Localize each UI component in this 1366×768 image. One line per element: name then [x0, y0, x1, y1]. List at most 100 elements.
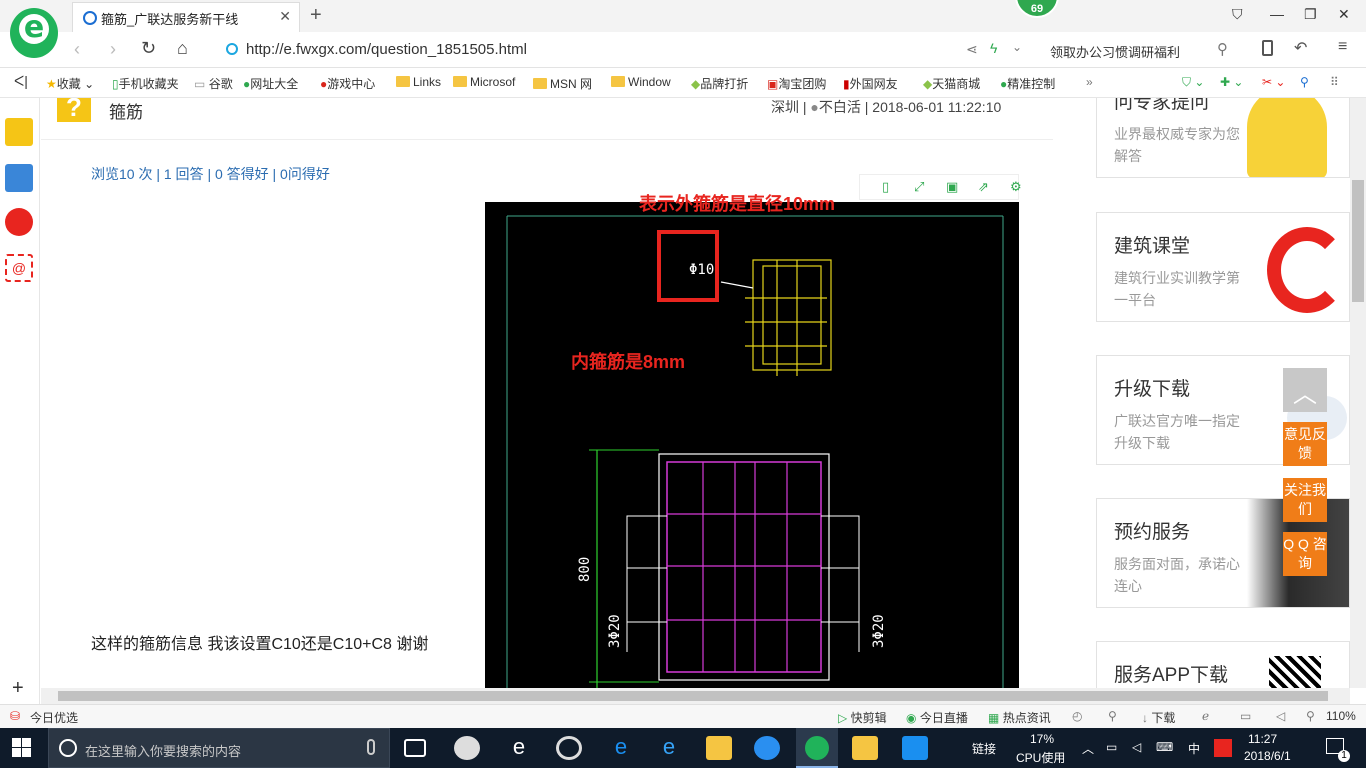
question-stats[interactable]: 浏览10 次 | 1 回答 | 0 答得好 | 0问得好: [91, 164, 330, 184]
mobile-icon[interactable]: [1262, 40, 1273, 56]
bookmark-sites[interactable]: ●网址大全: [243, 75, 298, 92]
bookmark-windows[interactable]: Window: [611, 75, 671, 89]
bookmark-microsoft[interactable]: Microsof: [453, 75, 515, 89]
zoom-icon[interactable]: ⚲: [1300, 75, 1309, 89]
ie-mode-icon[interactable]: ℯ: [1202, 709, 1209, 723]
bookmark-taobao[interactable]: ▣淘宝团购: [767, 75, 826, 92]
task-view-icon[interactable]: [404, 739, 426, 757]
list-icon[interactable]: [5, 164, 33, 192]
status-item-clip[interactable]: ▷ 快剪辑: [838, 709, 887, 726]
undo-icon[interactable]: ↶: [1294, 38, 1307, 58]
url-input[interactable]: http://e.fwxgx.com/question_1851505.html: [246, 41, 527, 58]
file-explorer-icon[interactable]: [706, 736, 732, 760]
tab-close-icon[interactable]: ✕: [279, 8, 291, 25]
bookmark-tmall[interactable]: ◆天猫商城: [923, 75, 980, 92]
browser-e-icon[interactable]: e: [506, 736, 532, 760]
card-classroom[interactable]: 建筑课堂 建筑行业实训教学第一平台: [1096, 212, 1350, 322]
skin-icon[interactable]: ⛉: [1232, 6, 1243, 23]
ie-icon[interactable]: e: [656, 736, 682, 760]
clock-date[interactable]: 2018/6/1: [1244, 749, 1291, 763]
zoom-status-icon[interactable]: ⚲: [1306, 709, 1315, 723]
expand-icon[interactable]: ⤢: [914, 179, 924, 195]
clock-time[interactable]: 11:27: [1248, 732, 1277, 746]
new-tab-button[interactable]: +: [310, 4, 322, 27]
bookmark-mobile[interactable]: ▯手机收藏夹: [112, 75, 179, 92]
taskbar-search-input[interactable]: 在这里输入你要搜索的内容: [85, 741, 241, 760]
copy-icon[interactable]: ▯: [882, 179, 889, 195]
mic-icon[interactable]: [367, 739, 375, 755]
back-to-top-button[interactable]: ︿: [1283, 368, 1327, 412]
card-app-download[interactable]: 服务APP下载: [1096, 641, 1350, 688]
browser-logo-icon[interactable]: e: [10, 8, 58, 58]
ime-indicator[interactable]: 中: [1188, 740, 1200, 757]
save-icon[interactable]: ▣: [946, 179, 958, 195]
translate-icon[interactable]: ✚ ⌄: [1220, 75, 1243, 89]
cad-drawing-image[interactable]: Φ10 800 3Φ20 3Φ20: [485, 202, 1019, 688]
qq-consult-button[interactable]: Q Q 咨询: [1283, 532, 1327, 576]
promo-link[interactable]: 领取办公习惯调研福利: [1050, 42, 1180, 61]
daily-pick-link[interactable]: 今日优选: [30, 709, 78, 726]
flash-icon[interactable]: ϟ: [990, 40, 997, 56]
sidebar-add-button[interactable]: +: [12, 677, 24, 700]
battery-icon[interactable]: ▭: [1106, 740, 1117, 754]
keyboard-icon[interactable]: ⌨: [1156, 740, 1173, 754]
window-icon[interactable]: ▭: [1240, 709, 1251, 723]
favorites-icon[interactable]: [5, 118, 33, 146]
email-icon[interactable]: @: [5, 254, 33, 282]
question-user[interactable]: 不白活: [819, 99, 861, 115]
follow-button[interactable]: 关注我们: [1283, 478, 1327, 522]
app-g-icon[interactable]: [754, 736, 780, 760]
search-icon[interactable]: ⚲: [1217, 40, 1228, 58]
zoom-level[interactable]: 110%: [1326, 709, 1356, 723]
tray-expand-icon[interactable]: ︿: [1082, 740, 1094, 757]
link-label[interactable]: 链接: [972, 740, 996, 757]
bookmark-games[interactable]: ●游戏中心: [320, 75, 375, 92]
back-icon[interactable]: ‹: [74, 39, 80, 60]
weibo-icon[interactable]: [5, 208, 33, 236]
notes-icon[interactable]: [852, 736, 878, 760]
share-icon[interactable]: ⋖: [966, 41, 978, 58]
bookmark-foreign[interactable]: ▮外国网友: [843, 75, 898, 92]
refresh-icon[interactable]: ↻: [141, 38, 156, 59]
pin-icon[interactable]: ⚲: [1108, 709, 1117, 723]
forward-icon[interactable]: ›: [110, 39, 116, 60]
app-swirl-icon[interactable]: [556, 736, 582, 760]
close-window-button[interactable]: ✕: [1338, 6, 1350, 23]
bookmark-precise[interactable]: ●精准控制: [1000, 75, 1055, 92]
horizontal-scroll-thumb[interactable]: [58, 691, 1328, 701]
collapse-icon[interactable]: ᐸ|: [14, 73, 28, 90]
bookmark-msn[interactable]: MSN 网: [533, 75, 592, 92]
dropdown-icon[interactable]: ⌄: [1012, 40, 1022, 54]
windows-start-icon[interactable]: [12, 738, 32, 758]
status-item-download[interactable]: ↓ 下载: [1142, 709, 1175, 726]
shield-icon[interactable]: ⛉ ⌄: [1182, 75, 1204, 90]
bookmark-google[interactable]: ▭ 谷歌: [194, 75, 233, 92]
status-item-live[interactable]: ◉ 今日直播: [906, 709, 968, 726]
app-fan-icon[interactable]: [454, 736, 480, 760]
speed-icon[interactable]: ◴: [1072, 709, 1082, 723]
share-out-icon[interactable]: ⇗: [978, 179, 989, 195]
active-browser-slot[interactable]: [796, 728, 838, 768]
card-ask-expert[interactable]: 问专家提问 业界最权威专家为您解答: [1096, 98, 1350, 178]
home-icon[interactable]: ⌂: [177, 38, 188, 59]
taskbar-search[interactable]: 在这里输入你要搜索的内容: [48, 728, 390, 768]
feedback-button[interactable]: 意见反馈: [1283, 422, 1327, 466]
bookmark-brand[interactable]: ◆品牌打折: [691, 75, 748, 92]
vertical-scroll-thumb[interactable]: [1352, 180, 1364, 302]
bookmark-links[interactable]: Links: [396, 75, 441, 89]
app-plus-icon[interactable]: [902, 736, 928, 760]
grid-icon[interactable]: ⠿: [1330, 75, 1339, 89]
more-bookmarks-icon[interactable]: »: [1086, 75, 1093, 89]
status-item-news[interactable]: ▦ 热点资讯: [988, 709, 1051, 726]
scissors-icon[interactable]: ✂ ⌄: [1262, 75, 1285, 89]
bookmark-favorites[interactable]: ★收藏 ⌄: [46, 75, 94, 92]
sogou-icon[interactable]: [1214, 739, 1232, 757]
volume-icon[interactable]: ◁: [1276, 709, 1285, 723]
minimize-button[interactable]: —: [1270, 6, 1284, 22]
maximize-button[interactable]: ❐: [1304, 6, 1317, 23]
browser-tab[interactable]: 箍筋_广联达服务新干线 ✕: [72, 2, 300, 32]
menu-icon[interactable]: ≡: [1338, 38, 1347, 56]
volume-tray-icon[interactable]: ◁: [1132, 740, 1141, 754]
settings-icon[interactable]: ⚙: [1010, 179, 1022, 195]
edge-icon[interactable]: e: [608, 736, 634, 760]
